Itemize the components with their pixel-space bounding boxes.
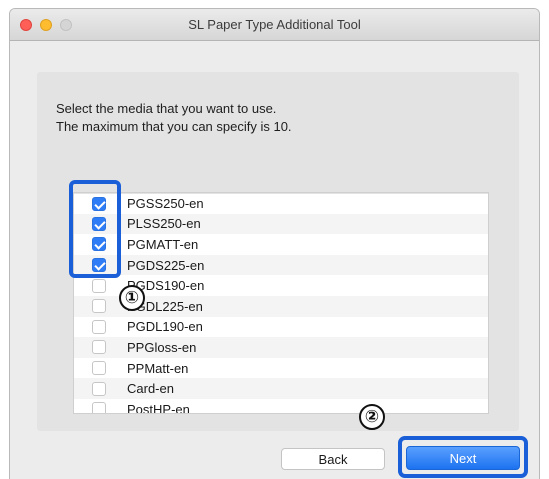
list-item[interactable]: Card-en — [74, 378, 488, 399]
back-button[interactable]: Back — [281, 448, 385, 470]
media-label: PGDS225-en — [127, 257, 205, 273]
list-item[interactable]: PGDL190-en — [74, 317, 488, 338]
media-checkbox[interactable] — [92, 361, 106, 376]
list-item[interactable]: PPMatt-en — [74, 358, 488, 379]
media-label: PGDL190-en — [127, 319, 203, 335]
media-checkbox[interactable] — [92, 340, 106, 355]
window-title: SL Paper Type Additional Tool — [188, 17, 361, 32]
callout-2: ② — [359, 404, 385, 430]
media-label: PGMATT-en — [127, 236, 199, 252]
media-checkbox[interactable] — [92, 319, 106, 334]
media-label: PLSS250-en — [127, 216, 201, 232]
instruction-line-1: Select the media that you want to use. — [56, 101, 277, 116]
instruction-line-2: The maximum that you can specify is 10. — [56, 119, 292, 134]
callout-1: ① — [119, 285, 145, 311]
list-item[interactable]: PPGloss-en — [74, 337, 488, 358]
media-label: PPGloss-en — [127, 339, 197, 355]
media-checkbox[interactable] — [92, 381, 106, 396]
media-label: Card-en — [127, 381, 174, 397]
media-checkbox[interactable] — [92, 402, 106, 413]
media-label: PGSS250-en — [127, 196, 204, 212]
next-button[interactable]: Next — [406, 446, 520, 470]
media-checkbox[interactable] — [92, 299, 106, 314]
media-checkbox[interactable] — [92, 278, 106, 293]
checked-items-highlight — [69, 180, 121, 278]
list-item[interactable]: PostHP-en — [74, 399, 488, 414]
list-item[interactable]: PLSS250-en — [74, 213, 488, 235]
list-item[interactable]: PGSS250-en — [74, 193, 488, 214]
list-item[interactable]: PGDS225-en — [74, 254, 488, 276]
media-label: PostHP-en — [127, 401, 190, 414]
media-label: PPMatt-en — [127, 360, 189, 376]
list-item[interactable]: PGMATT-en — [74, 234, 488, 255]
title-bar: SL Paper Type Additional Tool — [10, 9, 539, 41]
instructions: Select the media that you want to use. T… — [56, 100, 292, 136]
